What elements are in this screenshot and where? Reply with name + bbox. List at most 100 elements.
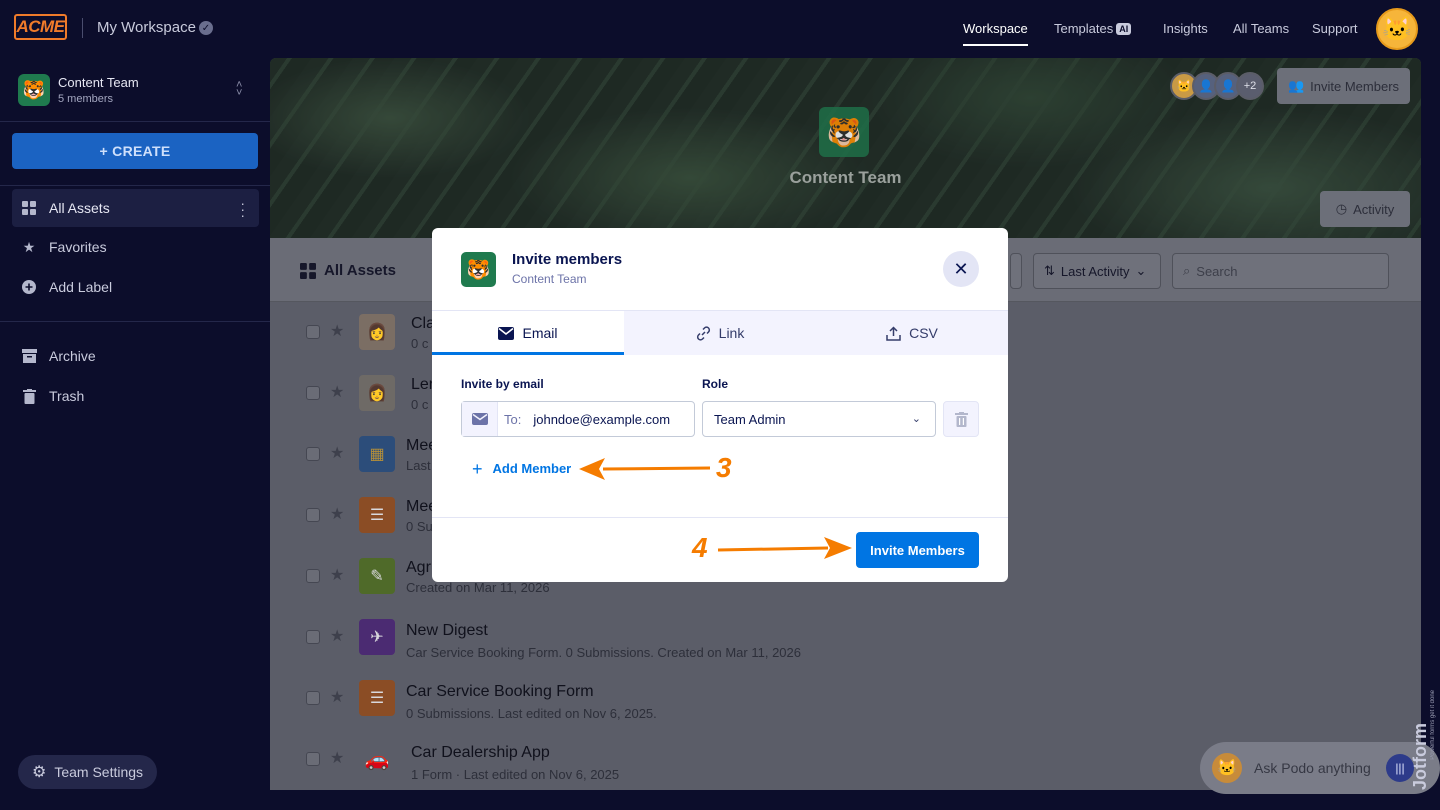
search-placeholder: Search	[1196, 263, 1238, 279]
asset-subtitle: Car Service Booking Form. 0 Submissions.…	[406, 645, 801, 660]
role-select[interactable]: Team Admin ⌄	[702, 401, 936, 437]
search-input[interactable]: ⌕ Search	[1172, 253, 1389, 289]
star-icon[interactable]: ★	[330, 504, 344, 524]
invite-members-button[interactable]: Invite Members	[856, 532, 979, 568]
star-icon[interactable]: ★	[330, 321, 344, 341]
upload-icon	[886, 325, 901, 341]
star-icon[interactable]: ★	[330, 443, 344, 463]
more-vertical-icon[interactable]: · · ·	[240, 196, 245, 222]
tab-link[interactable]: Link	[624, 311, 816, 355]
invite-tabs: Email Link CSV	[432, 311, 1008, 355]
delete-row-button[interactable]	[943, 401, 979, 437]
asset-subtitle: 1 Form · Last edited on Nov 6, 2025	[411, 767, 620, 782]
assets-heading: All Assets	[300, 262, 396, 279]
team-tiger-icon: 🐯	[461, 252, 496, 287]
sidebar-item-archive[interactable]: Archive	[12, 337, 259, 375]
car-icon: 🚗	[364, 748, 390, 771]
close-icon: ✕	[953, 258, 969, 279]
nav-active-underline	[963, 44, 1028, 46]
nav-workspace[interactable]: Workspace	[963, 21, 1028, 36]
team-cover: 🐯 Content Team 🐱 👤 👤 +2 👥 Invite Members…	[270, 58, 1421, 238]
form-icon: ☰	[359, 680, 395, 716]
asset-title: Car Dealership App	[411, 744, 550, 761]
row-checkbox[interactable]	[306, 325, 320, 339]
create-button[interactable]: + CREATE	[12, 133, 258, 169]
verified-icon: ✓	[199, 21, 213, 35]
chevron-down-icon: ⌄	[911, 413, 921, 425]
activity-button[interactable]: ◷ Activity	[1320, 191, 1410, 227]
form-icon: ☰	[359, 497, 395, 533]
add-member-label: Add Member	[492, 461, 572, 476]
asset-subtitle: 0 Su	[406, 519, 433, 534]
nav-templates[interactable]: Templates AI	[1054, 21, 1132, 36]
acme-logo[interactable]: ACME	[14, 14, 67, 40]
email-field[interactable]: To: johndoe@example.com	[461, 401, 695, 437]
row-checkbox[interactable]	[306, 447, 320, 461]
assets-heading-label: All Assets	[324, 262, 396, 279]
nav-all-teams[interactable]: All Teams	[1233, 21, 1289, 36]
asset-subtitle: Created on Mar 11, 2026	[406, 580, 550, 595]
workspace-title[interactable]: My Workspace	[97, 19, 196, 36]
users-plus-icon: 👥	[1287, 78, 1305, 93]
star-icon[interactable]: ★	[330, 748, 344, 768]
annotation-step-4: 4	[692, 532, 708, 563]
invite-members-top-button[interactable]: 👥 Invite Members	[1277, 68, 1410, 104]
list-item[interactable]: ★ ☰ Car Service Booking Form 0 Submissio…	[270, 669, 1421, 730]
user-avatar[interactable]: 🐱	[1376, 8, 1418, 50]
sidebar-item-label: Trash	[49, 388, 85, 404]
sort-label: Last Activity	[1060, 263, 1130, 279]
search-icon: ⌕	[1183, 263, 1191, 278]
sidebar-item-favorites[interactable]: ★ Favorites	[12, 228, 259, 266]
to-label: To:	[504, 411, 522, 427]
role-value: Team Admin	[714, 411, 786, 427]
row-checkbox[interactable]	[306, 386, 320, 400]
sidebar-item-all-assets[interactable]: All Assets · · ·	[12, 189, 259, 227]
team-selector[interactable]: 🐯 Content Team 5 members ˄ ˅	[18, 73, 258, 107]
asset-subtitle: 0 Submissions. Last edited on Nov 6, 202…	[406, 706, 657, 721]
podo-assistant[interactable]: 🐱 Ask Podo anything |||	[1200, 742, 1440, 794]
envelope-icon	[498, 326, 515, 340]
activity-label: Activity	[1353, 201, 1395, 217]
annotation-step-3: 3	[716, 452, 732, 483]
row-checkbox[interactable]	[306, 508, 320, 522]
close-button[interactable]: ✕	[943, 251, 979, 287]
asset-title: Ler	[411, 376, 435, 393]
star-icon[interactable]: ★	[330, 565, 344, 585]
add-member-button[interactable]: + Add Member	[472, 458, 572, 479]
avatar: 👩	[359, 314, 395, 350]
ai-badge: AI	[1116, 23, 1132, 35]
team-settings-button[interactable]: ⚙ Team Settings	[18, 755, 157, 789]
plus-icon: +	[472, 458, 483, 479]
asset-subtitle: 0 c	[411, 336, 429, 351]
sidebar-item-add-label[interactable]: Add Label	[12, 268, 259, 306]
row-checkbox[interactable]	[306, 691, 320, 705]
star-icon[interactable]: ★	[330, 382, 344, 402]
nav-support[interactable]: Support	[1312, 21, 1358, 36]
team-tiger-icon: 🐯	[819, 107, 869, 157]
nav-templates-label: Templates	[1054, 21, 1114, 36]
annotation-arrow-3	[579, 458, 711, 480]
tab-email-label: Email	[522, 325, 558, 341]
sort-dropdown[interactable]: ⇅ Last Activity ⌄	[1033, 253, 1161, 289]
archive-icon	[21, 348, 37, 364]
tab-email[interactable]: Email	[432, 311, 624, 355]
tab-csv[interactable]: CSV	[816, 311, 1008, 355]
invite-members-top-label: Invite Members	[1310, 78, 1400, 94]
grid-icon	[21, 200, 37, 216]
nav-insights[interactable]: Insights	[1163, 21, 1208, 36]
row-checkbox[interactable]	[306, 569, 320, 583]
member-avatars[interactable]: 🐱 👤 👤 +2	[1170, 72, 1264, 102]
row-checkbox[interactable]	[306, 752, 320, 766]
filter-dropdown[interactable]	[1010, 253, 1022, 289]
row-checkbox[interactable]	[306, 630, 320, 644]
gear-icon: ⚙	[32, 764, 47, 781]
sidebar-item-trash[interactable]: Trash	[12, 377, 259, 415]
sign-document-icon: ✎	[359, 558, 395, 594]
star-icon[interactable]: ★	[330, 626, 344, 646]
star-icon[interactable]: ★	[330, 687, 344, 707]
sidebar-item-label: Add Label	[49, 279, 113, 295]
email-value: johndoe@example.com	[533, 411, 671, 427]
sort-icon: ⇅	[1044, 263, 1055, 278]
divider	[82, 18, 83, 38]
list-item[interactable]: ★ ✈ New Digest Car Service Booking Form.…	[270, 608, 1421, 669]
